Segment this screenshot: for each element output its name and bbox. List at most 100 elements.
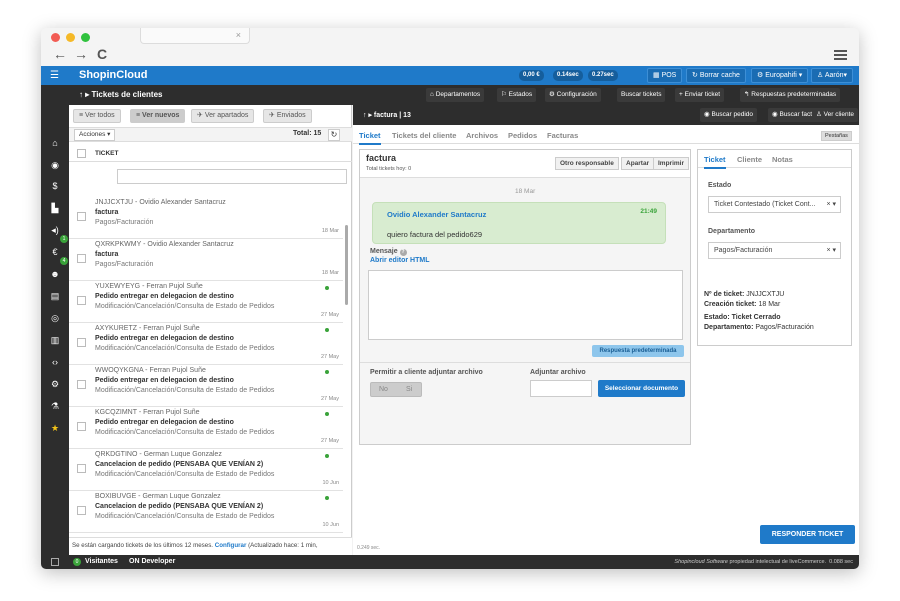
reply-ticket-button[interactable]: RESPONDER TICKET [760,525,855,544]
set-aside-button[interactable]: Apartar [621,157,655,170]
message-author: Ovidio Alexander Santacruz [387,210,487,219]
tab-ticket[interactable]: Ticket [359,131,381,145]
browser-menu-icon[interactable] [834,50,847,60]
ticket-list-item[interactable]: QRKDGTINO - German Luque Gonzalez Cancela… [69,449,343,491]
tab-client-tickets[interactable]: Tickets del cliente [392,131,456,140]
target-icon[interactable]: ◎ [50,313,60,323]
divider [360,362,690,363]
search-tickets-button[interactable]: Buscar tickets [617,88,666,102]
ticket-filter-input[interactable] [117,169,347,184]
other-responsible-button[interactable]: Otro responsable [555,157,619,170]
search-order-button[interactable]: ◉ Buscar pedido [700,108,758,122]
visitors-count: 0 [73,558,81,566]
refresh-list-icon[interactable]: ↻ [328,129,340,141]
menu-toggle-icon[interactable]: ☰ [50,70,59,81]
canned-responses-button[interactable]: ↰ Respuestas predeterminadas [740,88,841,102]
tab-files[interactable]: Archivos [466,131,498,140]
clear-cache-button[interactable]: ↻ Borrar cache [686,68,746,83]
ticket-list-item[interactable]: KGCQZIMNT - Ferran Pujol Suñe Pedido entr… [69,407,343,449]
department-select[interactable]: Pagos/Facturación × ▾ [708,242,841,259]
tabs-toggle-button[interactable]: Pestañas [821,131,852,141]
close-window-icon[interactable] [51,33,60,42]
allow-attach-toggle[interactable]: No Si [370,382,422,397]
home-icon[interactable]: ⌂ [50,138,60,148]
view-sent-button[interactable]: ✈ Enviados [263,109,312,123]
ticket-thread: factura Total tickets hoy: 0 Otro respon… [359,149,691,445]
ticket-checkbox[interactable] [77,422,86,431]
ticket-list-item[interactable]: WWOQYKGNA - Ferran Pujol Suñe Pedido entr… [69,365,343,407]
info-tabs: Ticket Cliente Notas [698,150,851,169]
attach-file-input[interactable] [530,380,592,397]
window-icon[interactable] [51,558,59,566]
notification-badge: 4 [60,257,68,265]
factory-icon[interactable]: ▙ [50,203,60,213]
ticket-list-item[interactable]: YUXEWYEYG - Ferran Pujol Suñe Pedido entr… [69,281,343,323]
config-button[interactable]: ⚙ Configuración [545,88,601,102]
tab-invoices[interactable]: Facturas [547,131,578,140]
list-scrollbar[interactable] [345,225,348,305]
dollar-icon[interactable]: $ [50,181,60,191]
cogs-icon[interactable]: ⚙ [50,379,60,389]
print-button[interactable]: Imprimir [653,157,690,170]
pos-button[interactable]: ▦ POS [647,68,683,83]
ticket-list-item[interactable]: AXYKURETZ - Ferran Pujol Suñe Pedido entr… [69,323,343,365]
view-all-button[interactable]: ≡ Ver todos [73,109,121,123]
ticket-checkbox[interactable] [77,506,86,515]
ticket-subject: Pedido entregar en delegacion de destino [95,377,234,384]
department-label: Departamento [708,228,756,235]
select-document-button[interactable]: Seleccionar documento [598,380,685,397]
states-button[interactable]: ⚐ Estados [497,88,537,102]
view-new-button[interactable]: ≡ Ver nuevos [130,109,186,123]
ticket-checkbox[interactable] [77,338,86,347]
canned-response-button[interactable]: Respuesta predeterminada [592,345,684,357]
send-ticket-button[interactable]: + Enviar ticket [675,88,725,102]
ticket-list-item[interactable]: QXRKPKWMY - Ovidio Alexander Santacruz fa… [69,239,343,281]
tab-close-icon[interactable]: × [236,30,241,40]
store-selector[interactable]: ⚙ Europahifi ▾ [751,68,809,83]
open-html-editor-link[interactable]: Abrir editor HTML [370,257,430,264]
ticket-list-item[interactable]: JNJJCXTJU - Ovidio Alexander Santacruz fa… [69,197,343,239]
ticket-checkbox[interactable] [77,296,86,305]
ticket-list-item[interactable]: BOXIBUVGE - German Luque Gonzalez Cancela… [69,491,343,533]
reload-icon[interactable]: C [97,46,107,62]
browser-tab[interactable]: × [140,28,250,44]
tab-orders[interactable]: Pedidos [508,131,537,140]
departments-button[interactable]: ⌂ Departamentos [426,88,485,102]
select-all-checkbox[interactable] [77,149,86,158]
view-assigned-button[interactable]: ✈ Ver apartados [191,109,255,123]
ticket-subject: factura [366,153,397,163]
user-menu[interactable]: ♙ Aarón▾ [811,68,854,83]
back-icon[interactable]: ← [53,46,67,62]
info-tab-notes[interactable]: Notas [772,155,793,164]
ticket-category: Pagos/Facturación [95,219,154,226]
minimize-window-icon[interactable] [66,33,75,42]
ticket-checkbox[interactable] [77,380,86,389]
volume-icon[interactable]: ◂) [50,225,60,235]
chart-icon[interactable]: ▥ [50,335,60,345]
users-icon[interactable]: ☻ [50,269,60,279]
star-icon[interactable]: ★ [50,423,60,433]
ticket-number-row: Nº de ticket: JNJJCXTJU [704,291,785,298]
visitors-label[interactable]: Visitantes [85,558,118,565]
configure-link[interactable]: Configurar [215,542,247,549]
state-select[interactable]: Ticket Contestado (Ticket Cont... × ▾ [708,196,841,213]
view-client-button[interactable]: ♙ Ver cliente [812,108,858,122]
developer-mode[interactable]: ON Developer [129,558,175,565]
info-tab-client[interactable]: Cliente [737,155,762,164]
globe-icon[interactable]: ◉ [50,160,60,170]
brand-logo[interactable]: ShopinCloud [79,69,147,81]
euro-icon[interactable]: € [50,247,60,257]
document-icon[interactable]: ▤ [50,291,60,301]
ticket-checkbox[interactable] [77,464,86,473]
browser-window: × ← → C ☰ ShopinCloud 0,00 € 0.14sec 0.2… [41,28,859,569]
status-dot-icon [325,328,329,332]
actions-dropdown[interactable]: Acciones ▾ [74,129,116,141]
maximize-window-icon[interactable] [81,33,90,42]
code-icon[interactable]: ‹› [50,357,60,367]
info-tab-ticket[interactable]: Ticket [704,155,726,169]
flask-icon[interactable]: ⚗ [50,401,60,411]
forward-icon[interactable]: → [74,46,88,62]
ticket-checkbox[interactable] [77,212,86,221]
reply-textarea[interactable] [368,270,683,340]
ticket-checkbox[interactable] [77,254,86,263]
